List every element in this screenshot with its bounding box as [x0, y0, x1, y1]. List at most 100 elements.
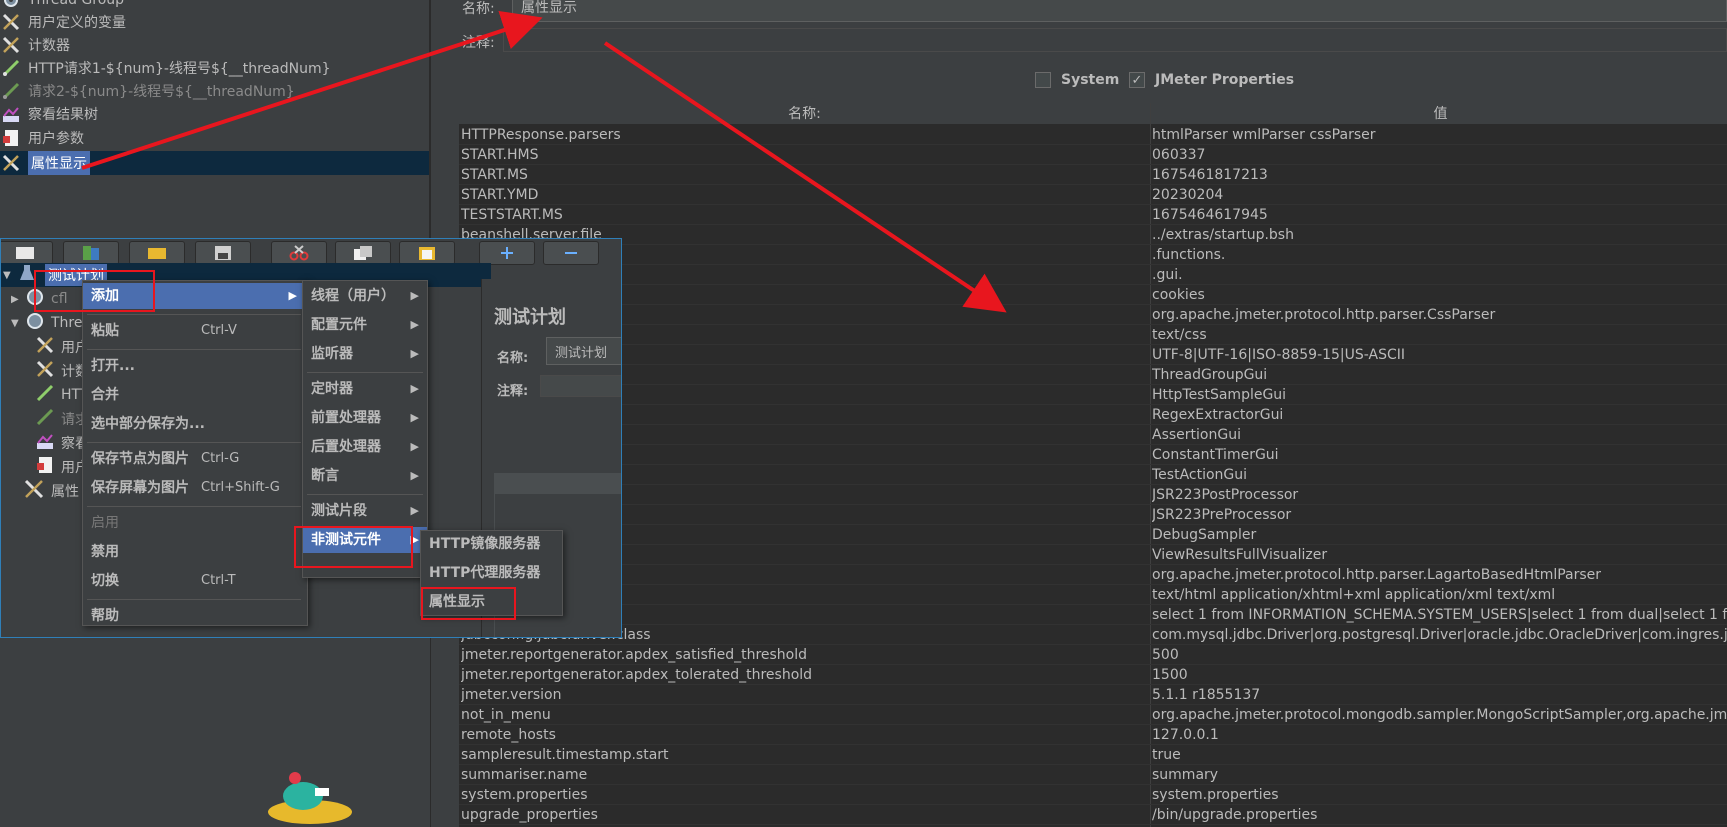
property-name-cell[interactable]: upgrade_properties [461, 805, 1151, 825]
property-name-cell[interactable]: remote_hosts [461, 725, 1151, 745]
table-row[interactable]: system.properties system.properties [459, 785, 1727, 805]
table-row[interactable]: START.YMD 20230204 [459, 185, 1727, 205]
tree-item-http[interactable]: HTT [35, 383, 88, 407]
property-name-cell[interactable]: HTTPResponse.parsers [461, 125, 1151, 145]
table-row[interactable]: cookies [459, 285, 1727, 305]
tree-item-user-params[interactable]: 用户 [35, 455, 89, 479]
column-header-name[interactable]: 名称: [459, 103, 1151, 125]
menu-item[interactable]: 保存屏幕为图片 Ctrl+Shift-G [83, 475, 305, 501]
property-name-cell[interactable]: START.YMD [461, 185, 1151, 205]
menu-item[interactable]: 属性显示 [421, 589, 562, 615]
name-input[interactable]: 测试计划 [546, 337, 621, 365]
property-value-cell[interactable]: text/html application/xhtml+xml applicat… [1152, 585, 1727, 605]
menu-item[interactable]: 测试片段 ▶ [303, 498, 427, 524]
table-row[interactable]: Contain.gui. [459, 265, 1727, 285]
copy-button[interactable] [335, 241, 391, 265]
table-row[interactable]: text/html application/xhtml+xml applicat… [459, 585, 1727, 605]
tree-item-cfl[interactable]: ▶ cfl [11, 287, 68, 311]
property-value-cell[interactable]: ConstantTimerGui [1152, 445, 1727, 465]
property-value-cell[interactable]: TestActionGui [1152, 465, 1727, 485]
tree-item-request-2[interactable]: 请求2-${num}-线程号${__threadNum} [0, 79, 295, 103]
menu-item[interactable]: 保存节点为图片 Ctrl-G [83, 446, 305, 472]
property-value-cell[interactable]: 5.1.1 r1855137 [1152, 685, 1727, 705]
table-row[interactable]: sampleresult.timestamp.start true [459, 745, 1727, 765]
tree-item-http-request-1[interactable]: HTTP请求1-${num}-线程号${__threadNum} [0, 56, 331, 80]
property-value-cell[interactable]: htmlParser wmlParser cssParser [1152, 125, 1727, 145]
property-value-cell[interactable]: 20230204 [1152, 185, 1727, 205]
menu-item[interactable]: HTTP镜像服务器 [421, 531, 562, 557]
table-row[interactable]: jmeter.reportgenerator.apdex_satisfied_t… [459, 645, 1727, 665]
menu-item[interactable]: 配置元件 ▶ [303, 312, 427, 338]
expand-arrow-icon[interactable]: ▶ [11, 294, 25, 305]
comment-input[interactable] [503, 28, 1727, 52]
menu-item[interactable]: 帮助 [83, 603, 305, 629]
menu-item[interactable]: 选中部分保存为... [83, 411, 305, 437]
table-row[interactable]: _listUTF-8|UTF-16|ISO-8859-15|US-ASCII [459, 345, 1727, 365]
table-row[interactable]: ConstantTimerGui [459, 445, 1727, 465]
table-row[interactable]: beanshell.server.file ../extras/startup.b… [459, 225, 1727, 245]
table-row[interactable]: JSR223PostProcessor [459, 485, 1727, 505]
table-row[interactable]: TestActionGui [459, 465, 1727, 485]
tree-item-property-display[interactable]: 属性 [23, 479, 79, 503]
table-row[interactable]: JSR223PreProcessor [459, 505, 1727, 525]
menu-item[interactable]: 添加 ▶ [83, 283, 305, 309]
menu-item[interactable]: 后置处理器 ▶ [303, 434, 427, 460]
table-row[interactable]: upgrade_properties/bin/upgrade.propertie… [459, 805, 1727, 825]
table-row[interactable]: HttpTestSampleGui [459, 385, 1727, 405]
table-row[interactable]: AssertionGui [459, 425, 1727, 445]
open-button[interactable] [129, 241, 185, 265]
property-value-cell[interactable]: true [1152, 745, 1727, 765]
tree-item-user-vars[interactable]: 用户定义的变量 [0, 10, 126, 34]
property-value-cell[interactable]: .gui. [1152, 265, 1727, 285]
tree-item-results-tree[interactable]: 察看结果树 [0, 102, 98, 126]
property-name-cell[interactable]: START.HMS [461, 145, 1151, 165]
table-row[interactable]: summariser.name summary [459, 765, 1727, 785]
menu-item[interactable]: 禁用 [83, 539, 305, 565]
save-button[interactable] [195, 241, 251, 265]
property-value-cell[interactable]: 1675464617945 [1152, 205, 1727, 225]
tree-item-request[interactable]: 请求 [35, 407, 89, 431]
property-value-cell[interactable]: summary [1152, 765, 1727, 785]
property-name-cell[interactable]: TESTSTART.MS [461, 205, 1151, 225]
table-row[interactable]: DebugSampler [459, 525, 1727, 545]
property-value-cell[interactable]: com.mysql.jdbc.Driver|org.postgresql.Dri… [1152, 625, 1727, 645]
table-row[interactable]: org.apache.jmeter.protocol.http.parser.L… [459, 565, 1727, 585]
table-row[interactable]: ViewResultsFullVisualizer [459, 545, 1727, 565]
tree-item-user-vars[interactable]: 用户 [35, 335, 89, 359]
table-row[interactable]: START.MS 1675461817213 [459, 165, 1727, 185]
menu-item[interactable]: 前置处理器 ▶ [303, 405, 427, 431]
property-value-cell[interactable]: ViewResultsFullVisualizer [1152, 545, 1727, 565]
property-value-cell[interactable]: ThreadGroupGui [1152, 365, 1727, 385]
menu-item[interactable]: 断言 ▶ [303, 463, 427, 489]
system-checkbox[interactable]: System [1035, 72, 1119, 88]
property-name-cell[interactable]: START.MS [461, 165, 1151, 185]
collapse-button[interactable] [543, 241, 599, 265]
property-value-cell[interactable]: DebugSampler [1152, 525, 1727, 545]
menu-item[interactable]: 线程（用户） ▶ [303, 283, 427, 309]
tree-item-user-params[interactable]: 用户参数 [0, 126, 84, 150]
tree-item-property-display[interactable]: 属性显示 [0, 151, 429, 175]
table-row[interactable]: jmeter.version 5.1.1 r1855137 [459, 685, 1727, 705]
property-value-cell[interactable]: 127.0.0.1 [1152, 725, 1727, 745]
property-value-cell[interactable]: ../extras/startup.bsh [1152, 225, 1727, 245]
paste-button[interactable] [399, 241, 455, 265]
column-header-value[interactable]: 值 [1151, 103, 1727, 125]
menu-item[interactable]: 监听器 ▶ [303, 341, 427, 367]
table-row[interactable]: ntain.functions. [459, 245, 1727, 265]
menu-item[interactable]: 非测试元件 ▶ [303, 527, 427, 553]
property-value-cell[interactable]: 1500 [1152, 665, 1727, 685]
table-row[interactable]: org.apache.jmeter.protocol.http.parser.C… [459, 305, 1727, 325]
table-row[interactable]: ThreadGroupGui [459, 365, 1727, 385]
menu-item[interactable]: 粘贴 Ctrl-V [83, 318, 305, 344]
property-value-cell[interactable]: JSR223PostProcessor [1152, 485, 1727, 505]
property-value-cell[interactable]: /bin/upgrade.properties [1152, 805, 1727, 825]
table-row[interactable]: RegexExtractorGui [459, 405, 1727, 425]
property-value-cell[interactable]: org.apache.jmeter.protocol.http.parser.L… [1152, 565, 1727, 585]
table-row[interactable]: jdbcconfig.jdbc.driver.classcom.mysql.jd… [459, 625, 1727, 645]
property-value-cell[interactable]: org.apache.jmeter.protocol.mongodb.sampl… [1152, 705, 1727, 725]
table-row[interactable]: TESTSTART.MS 1675464617945 [459, 205, 1727, 225]
table-row[interactable]: START.HMS 060337 [459, 145, 1727, 165]
table-row[interactable]: select 1 from INFORMATION_SCHEMA.SYSTEM_… [459, 605, 1727, 625]
property-value-cell[interactable]: org.apache.jmeter.protocol.http.parser.C… [1152, 305, 1727, 325]
property-value-cell[interactable]: HttpTestSampleGui [1152, 385, 1727, 405]
